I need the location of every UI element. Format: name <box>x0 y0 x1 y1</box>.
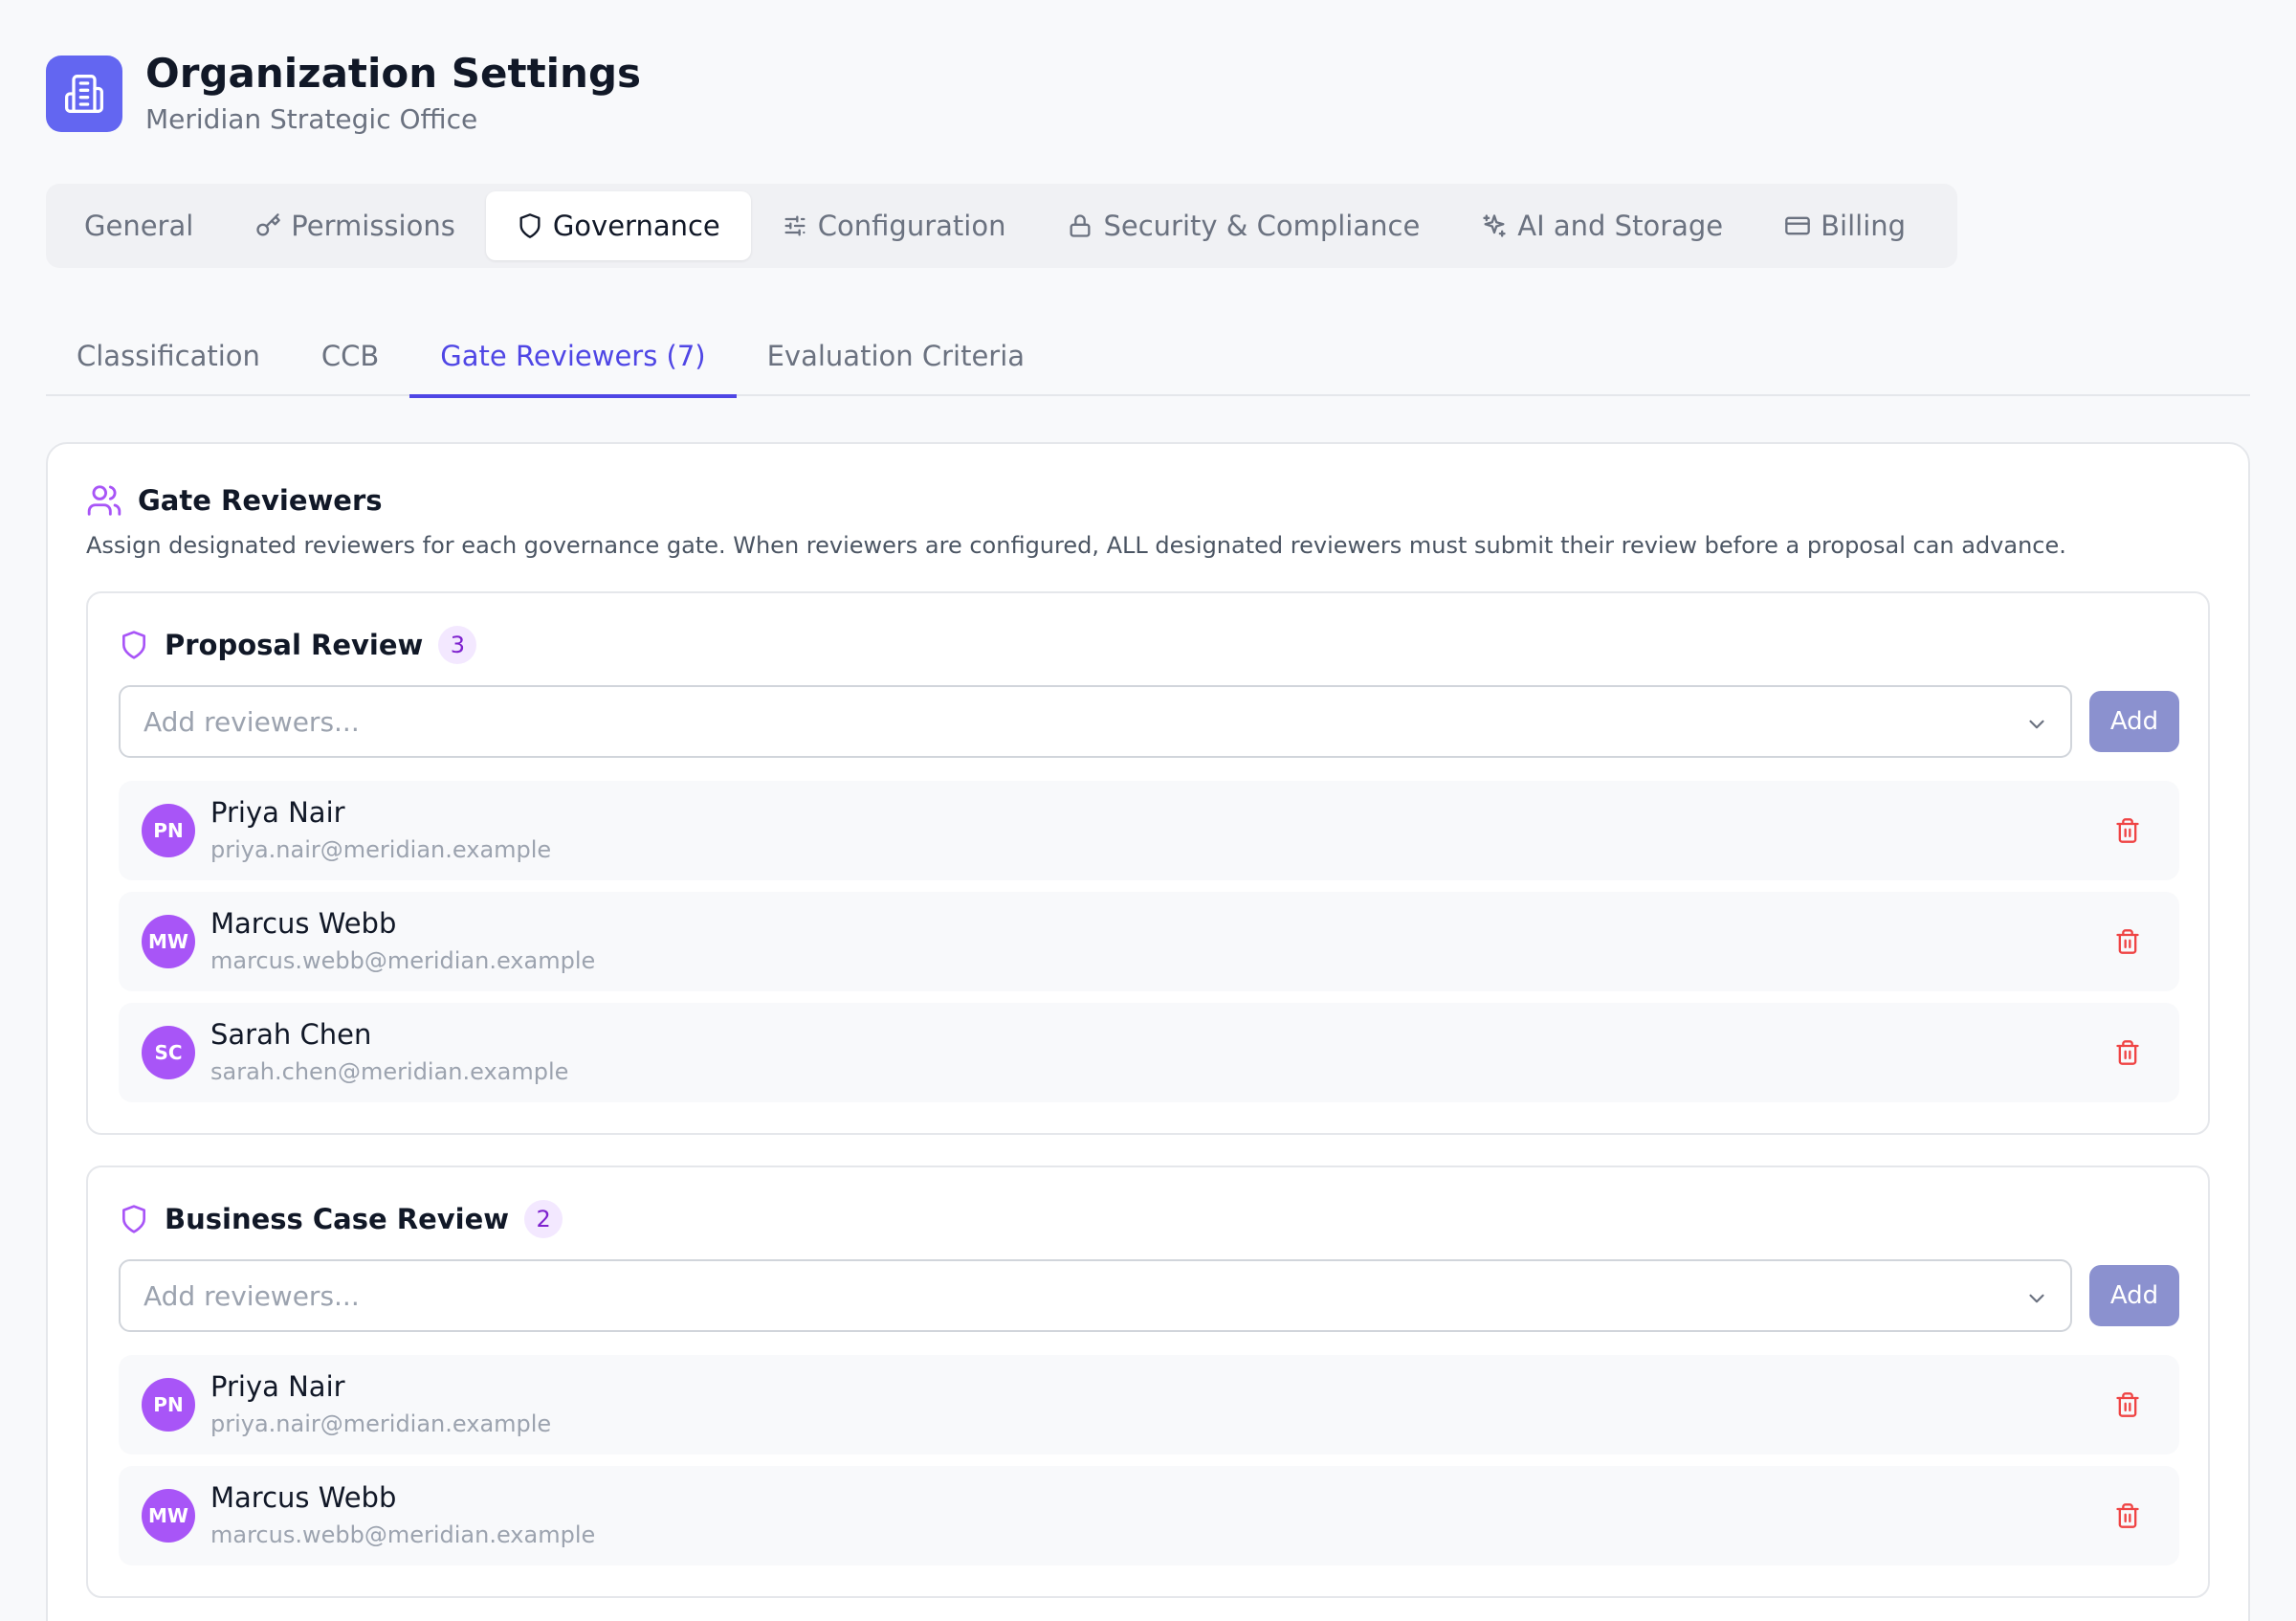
gate-section-proposal-review: Proposal Review 3 Add PN Priya Nair priy… <box>86 591 2210 1135</box>
lock-icon <box>1070 214 1091 237</box>
tab-label: General <box>84 210 194 242</box>
trash-icon[interactable] <box>2114 1502 2141 1529</box>
reviewer-row: PN Priya Nair priya.nair@meridian.exampl… <box>119 781 2179 880</box>
chevron-down-icon <box>2029 1294 2044 1303</box>
shield-icon <box>519 213 541 238</box>
tab-billing[interactable]: Billing <box>1754 191 1936 260</box>
trash-icon[interactable] <box>2114 1391 2141 1418</box>
trash-icon[interactable] <box>2114 1039 2141 1066</box>
tab-general[interactable]: General <box>54 191 224 260</box>
tab-label: Billing <box>1821 210 1907 242</box>
tab-label: Permissions <box>291 210 455 242</box>
chevron-down-icon <box>2029 720 2044 729</box>
add-reviewers-input[interactable] <box>144 705 1961 738</box>
building-icon <box>46 55 122 132</box>
reviewer-email: sarah.chen@meridian.example <box>210 1058 569 1085</box>
reviewer-name: Priya Nair <box>210 796 345 829</box>
gate-title: Business Case Review <box>165 1203 510 1235</box>
key-icon <box>256 213 281 236</box>
avatar: PN <box>142 804 195 857</box>
page-subtitle: Meridian Strategic Office <box>145 103 478 136</box>
reviewer-name: Marcus Webb <box>210 907 397 940</box>
tab-governance[interactable]: Governance <box>485 191 751 260</box>
card-title: Gate Reviewers <box>138 484 383 517</box>
users-icon <box>87 485 121 516</box>
subtab-classification[interactable]: Classification <box>46 316 291 396</box>
reviewer-name: Marcus Webb <box>210 1481 397 1514</box>
avatar: MW <box>142 1489 195 1543</box>
avatar: MW <box>142 915 195 968</box>
reviewer-row: SC Sarah Chen sarah.chen@meridian.exampl… <box>119 1003 2179 1102</box>
reviewer-count-badge: 3 <box>438 626 477 664</box>
sliders-icon <box>784 215 806 236</box>
subtab-gate-reviewers[interactable]: Gate Reviewers (7) <box>409 316 737 398</box>
tab-configuration[interactable]: Configuration <box>751 191 1037 260</box>
avatar: SC <box>142 1026 195 1079</box>
subtab-ccb[interactable]: CCB <box>291 316 409 396</box>
settings-tabs: General Permissions Governance Configura… <box>46 184 1957 268</box>
tab-security-compliance[interactable]: Security & Compliance <box>1036 191 1450 260</box>
reviewer-row: PN Priya Nair priya.nair@meridian.exampl… <box>119 1355 2179 1454</box>
page-header: Organization Settings Meridian Strategic… <box>46 50 642 136</box>
subtab-evaluation-criteria[interactable]: Evaluation Criteria <box>737 316 1055 396</box>
trash-icon[interactable] <box>2114 928 2141 955</box>
gate-title: Proposal Review <box>165 629 424 661</box>
tab-label: Configuration <box>817 210 1006 242</box>
avatar: PN <box>142 1378 195 1432</box>
reviewer-row: MW Marcus Webb marcus.webb@meridian.exam… <box>119 892 2179 991</box>
add-button[interactable]: Add <box>2089 691 2179 752</box>
governance-subtabs: Classification CCB Gate Reviewers (7) Ev… <box>46 316 2250 398</box>
reviewer-name: Sarah Chen <box>210 1018 372 1051</box>
add-reviewers-select[interactable] <box>119 1259 2072 1332</box>
tab-label: Governance <box>552 210 720 242</box>
reviewer-email: marcus.webb@meridian.example <box>210 1521 596 1548</box>
add-button[interactable]: Add <box>2089 1265 2179 1326</box>
add-reviewers-input[interactable] <box>144 1279 1961 1312</box>
add-reviewers-select[interactable] <box>119 685 2072 758</box>
reviewer-email: priya.nair@meridian.example <box>210 836 552 863</box>
page-title: Organization Settings <box>145 50 642 97</box>
gate-section-business-case-review: Business Case Review 2 Add PN Priya Nair… <box>86 1166 2210 1598</box>
reviewer-row: MW Marcus Webb marcus.webb@meridian.exam… <box>119 1466 2179 1565</box>
shield-icon <box>122 1205 145 1233</box>
trash-icon[interactable] <box>2114 817 2141 844</box>
tab-label: AI and Storage <box>1517 210 1724 242</box>
reviewer-email: marcus.webb@meridian.example <box>210 947 596 974</box>
reviewer-count-badge: 2 <box>524 1200 563 1238</box>
gate-reviewers-card: Gate Reviewers Assign designated reviewe… <box>46 442 2250 1621</box>
credit-card-icon <box>1785 216 1810 235</box>
tab-label: Security & Compliance <box>1103 210 1421 242</box>
tab-ai-storage[interactable]: AI and Storage <box>1450 191 1754 260</box>
shield-icon <box>122 631 145 659</box>
card-description: Assign designated reviewers for each gov… <box>86 532 2066 559</box>
tab-permissions[interactable]: Permissions <box>224 191 486 260</box>
reviewer-name: Priya Nair <box>210 1370 345 1403</box>
sparkles-icon <box>1483 214 1506 237</box>
reviewer-email: priya.nair@meridian.example <box>210 1410 552 1437</box>
